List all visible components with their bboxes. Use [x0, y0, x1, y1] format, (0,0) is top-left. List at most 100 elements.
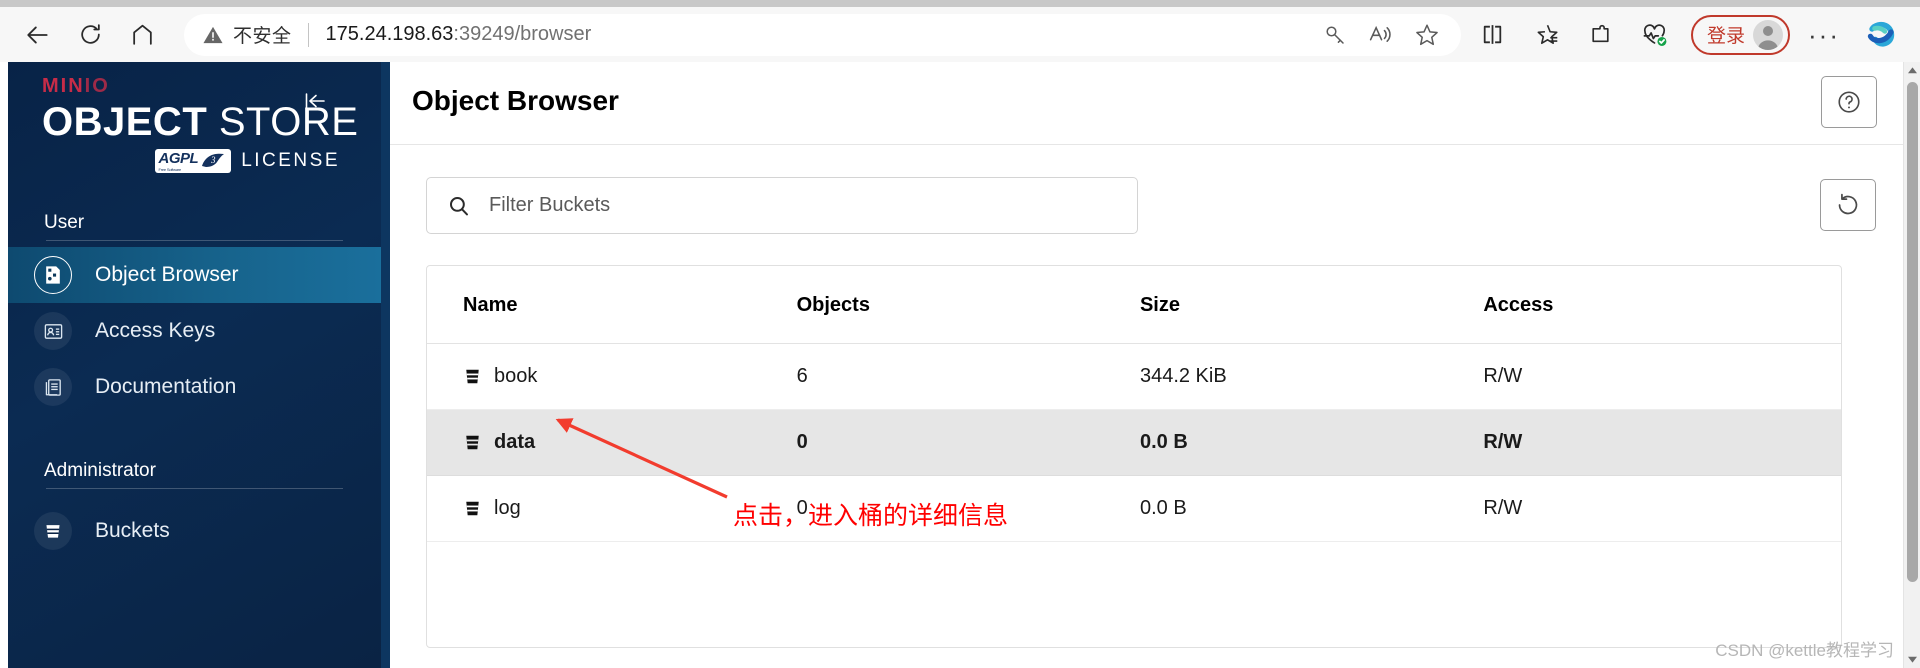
sidebar-edge [381, 62, 390, 668]
help-button[interactable] [1821, 76, 1877, 128]
svg-text:3: 3 [210, 155, 216, 165]
cell-size: 344.2 KiB [1139, 343, 1484, 410]
search-icon [447, 194, 471, 218]
nav-section-title-administrator: Administrator [44, 460, 156, 481]
scroll-down-button[interactable] [1904, 651, 1920, 668]
product-name: OBJECT STORE [42, 100, 358, 144]
refresh-button[interactable] [1820, 179, 1876, 231]
agpl-sublabel: Free Software [158, 166, 182, 172]
product-store: STORE [207, 100, 359, 144]
collapse-sidebar-button[interactable] [302, 88, 328, 114]
add-favorite-button[interactable] [1407, 15, 1447, 55]
license-row: AGPL Free Software 3 LICENSE [42, 148, 342, 173]
nav-divider [46, 488, 343, 489]
cell-access: R/W [1483, 409, 1841, 476]
extensions-icon [1592, 24, 1610, 43]
app-page: MINIO OBJECT STORE AGPL Free Software 3 … [0, 62, 1920, 668]
help-circle-icon [1838, 91, 1860, 113]
bucket-name-label: log [494, 497, 521, 519]
nav-divider [46, 240, 343, 241]
cell-size: 0.0 B [1139, 475, 1484, 542]
bucket-name-label: book [494, 365, 538, 387]
person-icon [1757, 25, 1779, 50]
security-indicator[interactable]: 不安全 [202, 21, 292, 48]
buckets-table-card: Name Objects Size Access book 6 344.2 Ki… [426, 265, 1842, 648]
nav-section-administrator: Administrator Buckets [8, 460, 381, 559]
sidebar-item-documentation[interactable]: Documentation [8, 359, 381, 415]
table-head: Name Objects Size Access [427, 266, 1841, 344]
sidebar-item-label: Buckets [95, 519, 170, 542]
sidebar: MINIO OBJECT STORE AGPL Free Software 3 … [8, 62, 381, 668]
filter-buckets-field[interactable] [426, 177, 1138, 234]
table-row[interactable]: book 6 344.2 KiB R/W [427, 343, 1841, 410]
tab-strip [0, 0, 1920, 7]
cell-name[interactable]: book [427, 343, 797, 410]
documentation-icon [34, 368, 72, 406]
copilot-button[interactable] [1856, 12, 1908, 58]
address-bar[interactable]: 不安全 175.24.198.63:39249/browser [184, 13, 1461, 56]
sidebar-item-label: Access Keys [95, 319, 216, 342]
page-title: Object Browser [412, 85, 619, 116]
sidebar-item-access-keys[interactable]: Access Keys [8, 303, 381, 359]
cell-access: R/W [1483, 343, 1841, 410]
sign-in-label: 登录 [1706, 26, 1745, 47]
sign-in-button[interactable]: 登录 [1690, 14, 1790, 55]
bucket-icon [463, 367, 482, 386]
table-row[interactable]: log 0 0.0 B R/W [427, 475, 1841, 542]
product-object: OBJECT [42, 100, 208, 144]
browser-chrome: 不安全 175.24.198.63:39249/browser 登录 ··· [0, 0, 1920, 62]
back-button[interactable] [18, 15, 58, 55]
access-keys-glyph-icon [44, 323, 62, 339]
page-scrollbar[interactable] [1903, 62, 1920, 668]
column-header-access[interactable]: Access [1483, 266, 1841, 344]
read-aloud-button[interactable] [1361, 15, 1401, 55]
extensions-button[interactable] [1579, 15, 1623, 55]
sidebar-item-label: Documentation [95, 375, 237, 398]
table-toolbar [390, 177, 1904, 247]
key-icon [1326, 25, 1344, 44]
bucket-glyph-icon [466, 501, 479, 516]
sidebar-item-buckets[interactable]: Buckets [8, 503, 381, 559]
bucket-icon [34, 512, 72, 550]
avatar [1753, 19, 1783, 50]
browser-essentials-icon [1644, 24, 1667, 46]
cell-name[interactable]: data [427, 409, 797, 476]
scroll-up-icon [1908, 67, 1917, 74]
scroll-up-button[interactable] [1904, 62, 1920, 79]
cell-access: R/W [1483, 475, 1841, 542]
browser-settings-more-button[interactable]: ··· [1800, 15, 1848, 55]
object-browser-glyph-icon [46, 266, 60, 284]
sidebar-item-label: Object Browser [95, 263, 239, 286]
agpl-badge-icon: AGPL Free Software 3 [154, 148, 232, 173]
bucket-icon [463, 499, 482, 518]
collections-button[interactable] [1525, 15, 1569, 55]
split-screen-button[interactable] [1471, 15, 1515, 55]
refresh-icon [1838, 193, 1858, 215]
url-path: :39249/browser [453, 23, 592, 45]
documentation-glyph-icon [45, 378, 61, 396]
scrollbar-thumb[interactable] [1907, 82, 1918, 582]
access-keys-icon [34, 312, 72, 350]
column-header-name[interactable]: Name [427, 266, 797, 344]
password-key-button[interactable] [1315, 15, 1355, 55]
bucket-glyph-icon [466, 369, 479, 384]
sidebar-item-object-browser[interactable]: Object Browser [8, 247, 381, 303]
column-header-size[interactable]: Size [1139, 266, 1484, 344]
table-header-row: Name Objects Size Access [427, 266, 1841, 344]
license-word: LICENSE [241, 149, 340, 171]
bucket-glyph-icon [46, 525, 60, 538]
bucket-name-label: data [494, 431, 536, 453]
cell-objects: 6 [796, 343, 1140, 410]
buckets-table: Name Objects Size Access book 6 344.2 Ki… [427, 266, 1841, 542]
filter-buckets-input[interactable] [487, 185, 1087, 226]
url-text[interactable]: 175.24.198.63:39249/browser [326, 23, 1309, 46]
column-header-objects[interactable]: Objects [796, 266, 1140, 344]
reload-button[interactable] [70, 15, 110, 55]
cell-size: 0.0 B [1139, 409, 1484, 476]
read-aloud-icon [1370, 25, 1392, 42]
cell-name[interactable]: log [427, 475, 797, 542]
table-row[interactable]: data 0 0.0 B R/W [427, 409, 1841, 476]
home-button[interactable] [122, 15, 162, 55]
cell-objects: 0 [796, 475, 1140, 542]
browser-essentials-button[interactable] [1633, 15, 1677, 55]
